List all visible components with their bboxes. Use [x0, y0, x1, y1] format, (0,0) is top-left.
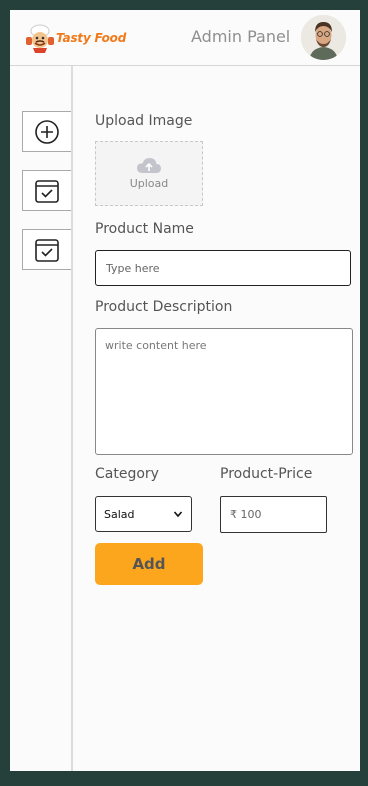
sidebar-item-orders[interactable] [22, 229, 71, 270]
product-description-input[interactable] [95, 328, 353, 455]
product-price-label: Product-Price [220, 466, 313, 482]
header: Tasty Food Admin Panel [10, 10, 360, 66]
add-circle-icon [35, 119, 59, 144]
cloud-upload-icon [137, 158, 161, 173]
app-frame: Tasty Food Admin Panel Upload Image Uplo… [10, 10, 360, 771]
logo-text: Tasty Food [56, 31, 127, 45]
avatar[interactable] [301, 15, 346, 60]
calendar-check-icon [35, 238, 59, 262]
product-name-label: Product Name [95, 221, 194, 237]
sidebar-item-list[interactable] [22, 170, 71, 211]
product-description-label: Product Description [95, 299, 233, 315]
add-button[interactable]: Add [95, 543, 203, 585]
page-title: Admin Panel [191, 27, 291, 46]
upload-button-label: Upload [129, 177, 169, 190]
sidebar [10, 66, 73, 771]
category-selected-value: Salad [104, 507, 135, 521]
upload-image-label: Upload Image [95, 113, 193, 129]
product-name-input[interactable] [95, 250, 351, 286]
chef-logo-icon [22, 23, 58, 53]
user-avatar-icon [301, 15, 346, 60]
upload-image-button[interactable]: Upload [95, 141, 203, 206]
chevron-down-icon [173, 511, 183, 518]
logo[interactable]: Tasty Food [22, 22, 142, 54]
product-price-input[interactable] [220, 496, 327, 533]
calendar-check-icon [35, 179, 59, 203]
sidebar-item-add[interactable] [22, 111, 71, 152]
category-label: Category [95, 466, 159, 482]
category-select[interactable]: Salad [95, 496, 192, 532]
